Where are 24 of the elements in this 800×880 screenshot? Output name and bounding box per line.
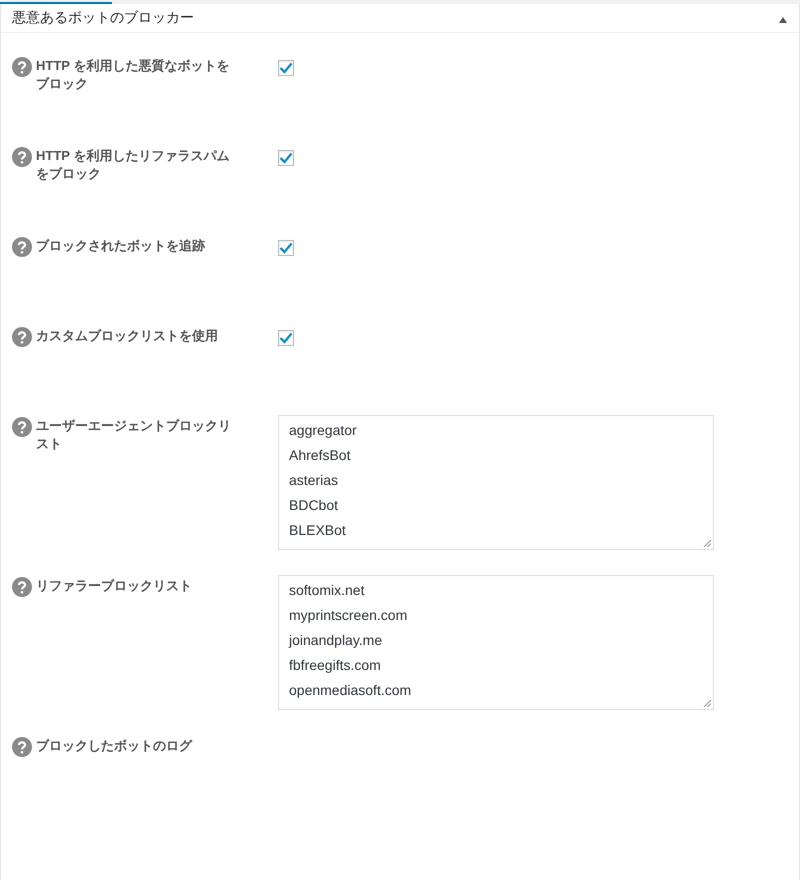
help-icon[interactable]	[12, 737, 32, 757]
setting-label: ブロックしたボットのログ	[36, 737, 194, 755]
checkbox[interactable]	[278, 150, 294, 166]
setting-label: カスタムブロックリストを使用	[36, 327, 219, 345]
setting-label: リファラーブロックリスト	[36, 577, 193, 595]
setting-label: HTTP を利用したリファラスパムをブロック	[36, 147, 230, 183]
help-icon[interactable]	[12, 417, 32, 437]
help-icon[interactable]	[12, 147, 32, 167]
checkbox[interactable]	[278, 330, 294, 346]
help-icon[interactable]	[12, 237, 32, 257]
textarea-field[interactable]: aggregator AhrefsBot asterias BDCbot BLEXBot	[278, 415, 714, 550]
setting-label: HTTP を利用した悪質なボットをブロック	[36, 57, 230, 93]
setting-label: ユーザーエージェントブロックリスト	[36, 417, 232, 453]
resize-handle-icon[interactable]	[703, 539, 711, 547]
resize-handle-icon[interactable]	[703, 699, 711, 707]
checkbox[interactable]	[278, 60, 294, 76]
help-icon[interactable]	[12, 57, 32, 77]
collapse-arrow-icon[interactable]	[779, 17, 787, 23]
textarea-field[interactable]: softomix.net myprintscreen.com joinandplay.me fbfreegifts.com openmediasoft.com	[278, 575, 714, 710]
setting-label: ブロックされたボットを追跡	[36, 237, 206, 255]
panel-title: 悪意あるボットのブロッカー	[12, 9, 194, 27]
help-icon[interactable]	[12, 327, 32, 347]
help-icon[interactable]	[12, 577, 32, 597]
checkbox[interactable]	[278, 240, 294, 256]
